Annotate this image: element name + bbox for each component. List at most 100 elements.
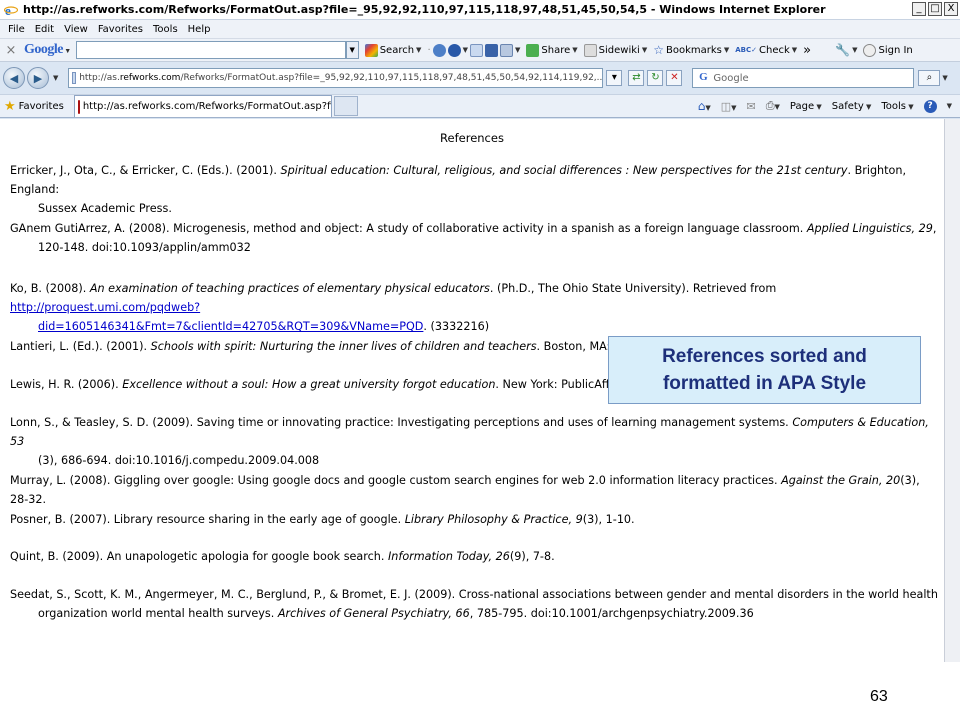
ref-text: Murray, L. (2008). Giggling over google:… (10, 474, 782, 487)
check-label: Check (759, 44, 790, 56)
print-icon[interactable]: ⎙▼ (766, 99, 780, 113)
ref-text: Lonn, S., & Teasley, S. D. (2009). Savin… (10, 416, 793, 429)
ref-text: Erricker, J., Ota, C., & Erricker, C. (E… (10, 164, 281, 177)
sidewiki-icon (583, 43, 597, 57)
forward-button[interactable]: ▶ (27, 67, 49, 89)
ref-text: organization world mental health surveys… (38, 607, 278, 620)
ref-title: Information Today, 26 (387, 550, 510, 563)
calendar-icon[interactable] (470, 43, 484, 57)
stop-icon[interactable]: ✕ (666, 70, 683, 86)
proquest-link-continued[interactable]: did=1605146341&Fmt=7&clientId=42705&RQT=… (38, 320, 423, 333)
grid-icon[interactable] (500, 43, 514, 57)
tab-refworks[interactable]: http://as.refworks.com/Refworks/FormatOu… (73, 95, 332, 117)
google-search-button[interactable]: Search ▼ (364, 43, 421, 57)
safety-menu-button[interactable]: Safety ▼ (832, 101, 872, 112)
toolbar-close-icon[interactable]: × (4, 43, 18, 58)
share-caret-icon: ▼ (572, 46, 578, 54)
menu-file[interactable]: File (8, 24, 25, 35)
google-g-icon (364, 43, 378, 57)
ref-continuation: (3), 686-694. doi:10.1016/j.compedu.2009… (38, 454, 320, 467)
title-bar: e http://as.refworks.com/Refworks/Format… (0, 0, 960, 20)
favorites-bar: ★ Favorites http://as.refworks.com/Refwo… (0, 94, 960, 118)
sign-in-icon (863, 43, 877, 57)
compatibility-view-icon[interactable]: ⇄ (628, 70, 645, 86)
globe-icon[interactable] (432, 43, 446, 57)
menu-tools[interactable]: Tools (153, 24, 178, 35)
address-dropdown-icon[interactable]: ▾ (606, 70, 623, 86)
home-icon[interactable]: ⌂▼ (698, 99, 711, 113)
ref-text: (9), 7-8. (509, 550, 555, 563)
svg-text:e: e (5, 3, 11, 17)
help-icon[interactable]: ? (923, 99, 937, 113)
reference-entry: Erricker, J., Ota, C., & Erricker, C. (E… (10, 161, 938, 218)
menu-view[interactable]: View (64, 24, 88, 35)
page-icon (72, 72, 77, 84)
sign-in-button[interactable]: Sign In (863, 43, 913, 57)
ref-text: Posner, B. (2007). Library resource shar… (10, 513, 405, 526)
ref-text: , (932, 222, 937, 235)
search-options-caret-icon[interactable]: ▼ (942, 74, 947, 82)
tools-menu-label: Tools (881, 100, 906, 112)
search-placeholder: Google (713, 72, 749, 84)
ref-text: , 785-795. doi:10.1001/archgenpsychiatry… (469, 607, 754, 620)
maximize-button[interactable]: □ (928, 2, 942, 16)
ref-text: GAnem GutiArrez, A. (2008). Microgenesis… (10, 222, 807, 235)
reference-entry: Seedat, S., Scott, K. M., Angermeyer, M.… (10, 585, 938, 623)
toolbar-more-button[interactable]: » (803, 43, 811, 58)
ref-continuation: 120-148. doi:10.1093/applin/amm032 (38, 241, 251, 254)
reference-entry: Posner, B. (2007). Library resource shar… (10, 510, 938, 529)
favorites-button[interactable]: Favorites (19, 101, 64, 112)
wrench-button[interactable]: 🔧 ▼ (835, 43, 857, 57)
page-menu-button[interactable]: Page ▼ (790, 101, 822, 112)
earth-icon[interactable] (447, 43, 461, 57)
vertical-scrollbar[interactable] (944, 119, 960, 662)
ref-title: Archives of General Psychiatry, 66 (277, 607, 470, 620)
ref-text: Quint, B. (2009). An unapologetic apolog… (10, 550, 388, 563)
bookmarks-button[interactable]: ☆ Bookmarks ▼ (653, 43, 729, 57)
search-go-icon[interactable]: ⌕ (918, 70, 941, 86)
grid-caret-icon[interactable]: ▼ (515, 46, 520, 54)
share-button[interactable]: Share ▼ (526, 43, 578, 57)
feeds-icon[interactable]: ◫▼ (721, 100, 737, 113)
menu-edit[interactable]: Edit (35, 24, 54, 35)
ref-text: (3), 1-10. (582, 513, 635, 526)
sidewiki-button[interactable]: Sidewiki ▼ (583, 43, 648, 57)
search-box[interactable]: G Google (692, 68, 915, 88)
bookmarks-label: Bookmarks (665, 44, 722, 56)
callout-line-1: References sorted and (662, 346, 867, 367)
scholar-icon[interactable] (485, 43, 499, 57)
navigation-bar: ◀ ▶ ▼ http://as. refworks.com/Refworks/Fo… (0, 62, 960, 94)
google-search-dropdown-icon[interactable]: ▼ (345, 41, 359, 59)
new-tab-button[interactable] (333, 96, 358, 116)
google-logo: Google ▼ (24, 42, 71, 58)
back-button[interactable]: ◀ (3, 67, 25, 89)
page-menu-label: Page (789, 100, 815, 112)
callout-box: References sorted and formatted in APA S… (608, 336, 921, 404)
menu-favorites[interactable]: Favorites (98, 24, 143, 35)
ref-text: Seedat, S., Scott, K. M., Angermeyer, M.… (10, 588, 938, 601)
history-dropdown-icon[interactable]: ▼ (53, 74, 58, 82)
mail-icon[interactable]: ✉ (747, 100, 756, 113)
bookmark-star-icon: ☆ (653, 43, 664, 57)
safety-menu-caret-icon: ▼ (863, 102, 872, 111)
close-button[interactable]: X (944, 2, 958, 16)
minimize-button[interactable]: _ (912, 2, 926, 16)
bookmarks-caret-icon: ▼ (723, 46, 730, 54)
google-search-label: Search (379, 44, 415, 56)
tools-menu-button[interactable]: Tools ▼ (881, 101, 913, 112)
menu-help[interactable]: Help (188, 24, 211, 35)
spell-check-button[interactable]: ABC✓ Check ▼ (735, 45, 797, 56)
favorites-star-icon: ★ (4, 98, 16, 114)
earth-caret-icon[interactable]: ▼ (463, 46, 468, 54)
google-logo-text: Google (24, 42, 64, 57)
proquest-link[interactable]: http://proquest.umi.com/pqdweb? (10, 301, 200, 314)
reference-entry: Lonn, S., & Teasley, S. D. (2009). Savin… (10, 413, 938, 470)
google-logo-caret-icon[interactable]: ▼ (63, 47, 71, 55)
ref-title: Applied Linguistics, 29 (806, 222, 933, 235)
help-caret-icon[interactable]: ▼ (947, 102, 952, 110)
sidewiki-caret-icon: ▼ (641, 46, 648, 54)
refresh-icon[interactable]: ↻ (647, 70, 664, 86)
ref-text: Ko, B. (2008). (10, 282, 90, 295)
google-search-input[interactable] (75, 41, 346, 59)
address-bar[interactable]: http://as. refworks.com/Refworks/FormatOu… (68, 68, 604, 88)
